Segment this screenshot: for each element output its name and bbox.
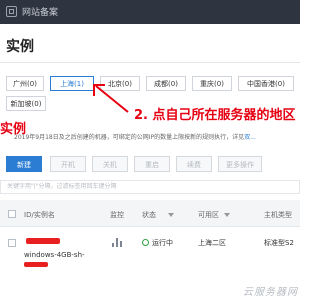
status-filter-icon[interactable] [168,213,174,217]
renew-button[interactable]: 续费 [176,156,212,172]
instance-zone: 上海二区 [198,239,226,247]
restart-button[interactable]: 重启 [134,156,170,172]
shutdown-button[interactable]: 关机 [92,156,128,172]
zone-filter-icon[interactable] [224,213,230,217]
col-model: 主机类型 [264,211,292,219]
title-divider [0,62,300,63]
notice-link[interactable]: 双... [244,134,256,141]
more-actions-button[interactable]: 更多操作 [218,156,262,172]
table-header: ID/实例名 监控 状态 可用区 主机类型 [0,200,300,227]
search-input[interactable]: 关键字用"|"分隔，过滤标签用回车键分隔 [0,180,300,194]
col-status: 状态 [142,211,156,219]
redacted-instance-suffix [24,262,48,267]
notice-bar: 2019年9月18日及之后创建的机器，可绑定的公网IP的数量上限按新的规则执行，… [14,132,256,141]
annotation-arrow-icon [93,84,129,113]
top-bar: 网站备案 [0,0,300,24]
instance-name[interactable]: windows-4GB-sh- [24,251,85,259]
region-tab-singapore[interactable]: 新加坡(0) [6,96,46,111]
col-zone: 可用区 [198,211,219,219]
annotation-text: 2. 点自己所在服务器的地区 [134,108,296,123]
running-status-icon [142,239,149,246]
redacted-instance-id [26,238,60,244]
instance-model: 标准型S2 [264,239,294,247]
notice-text: 2019年9月18日及之后创建的机器，可绑定的公网IP的数量上限按新的规则执行，… [14,134,245,141]
col-monitor: 监控 [110,211,124,219]
instance-status: 运行中 [152,239,173,247]
select-all-checkbox[interactable] [8,210,16,218]
region-tab-chongqing[interactable]: 重庆(0) [192,76,232,91]
page-title: 实例 [6,39,34,55]
start-button[interactable]: 开机 [50,156,86,172]
watermark: 云服务器网 [243,287,298,298]
filing-icon[interactable] [6,6,17,17]
region-tab-chengdu[interactable]: 成都(0) [146,76,186,91]
region-tab-shanghai[interactable]: 上海(1) [50,76,94,91]
filing-link[interactable]: 网站备案 [22,5,58,18]
new-instance-button[interactable]: 新建 [6,156,42,172]
monitor-chart-icon[interactable] [112,238,122,247]
col-id-name: ID/实例名 [24,211,55,219]
row-checkbox[interactable] [8,239,16,247]
region-tab-guangzhou[interactable]: 广州(0) [6,76,44,91]
region-tab-hongkong[interactable]: 中国香港(0) [238,76,294,91]
